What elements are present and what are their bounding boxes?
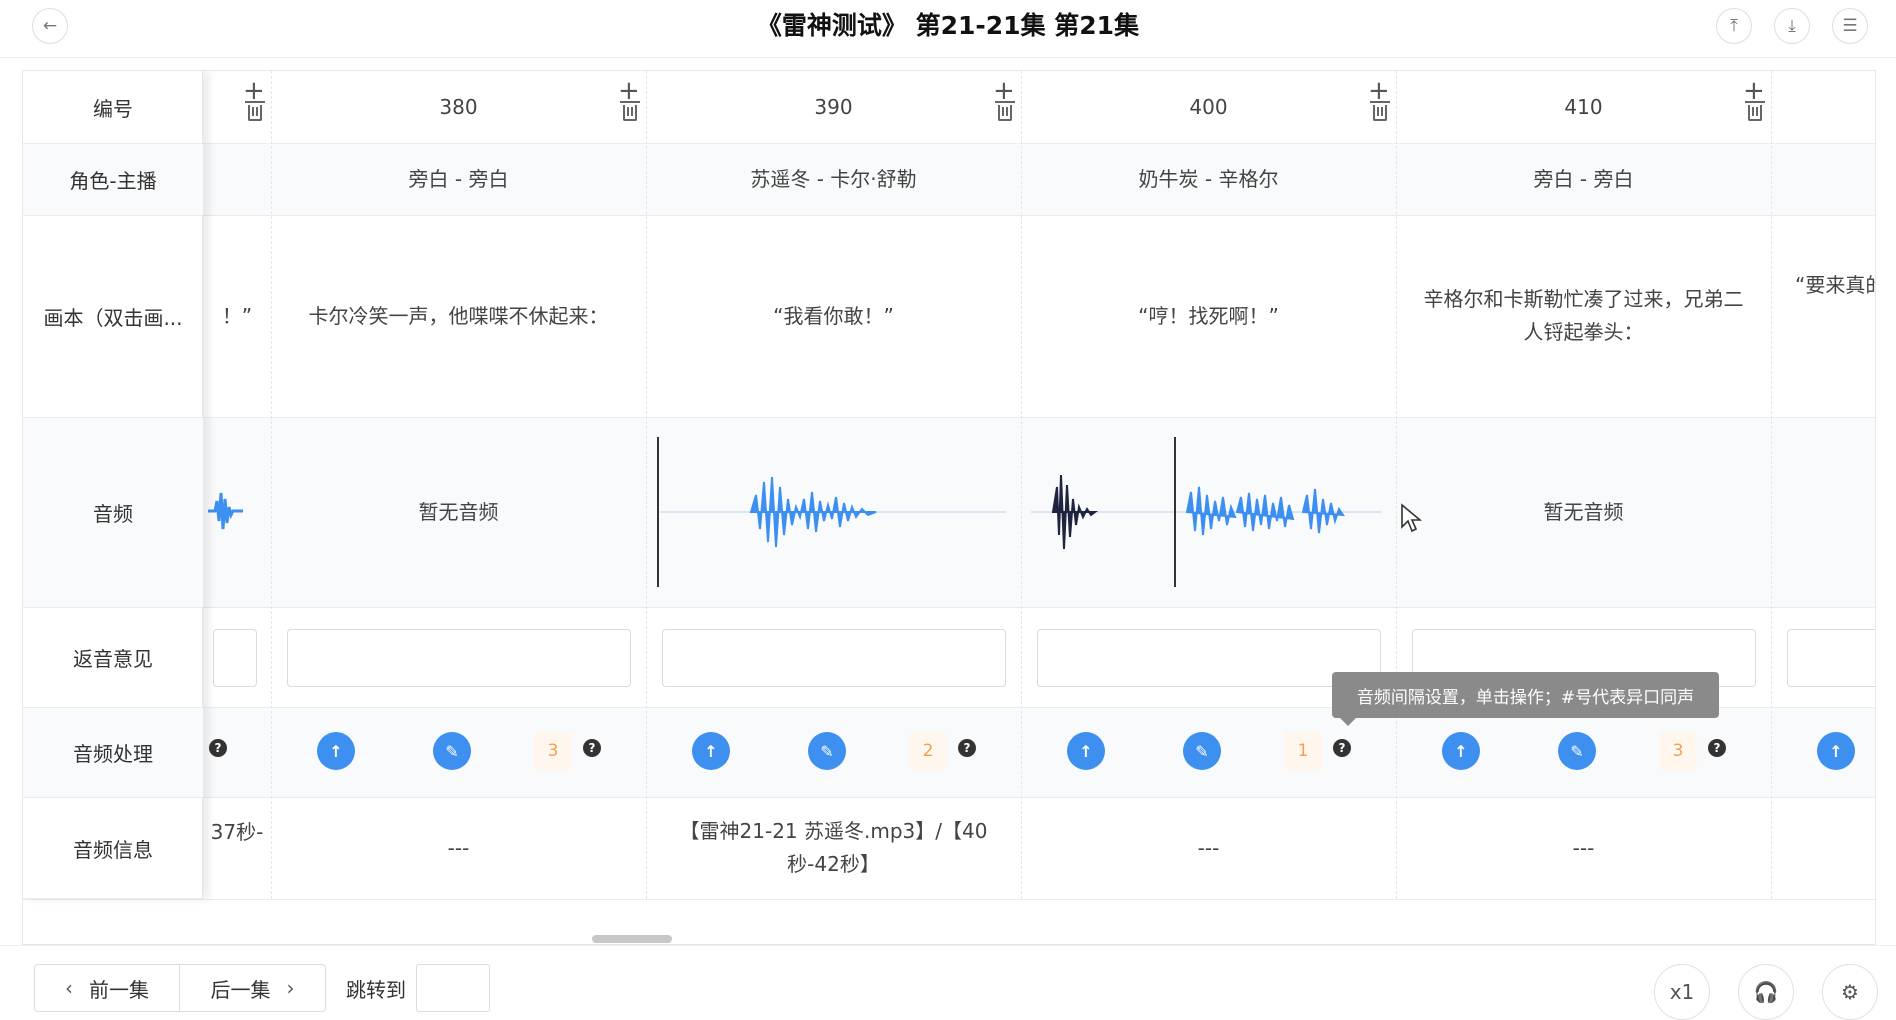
- chevron-right-icon: ›: [286, 976, 295, 1000]
- row-divider: [23, 607, 1875, 608]
- partial-waveform: [208, 492, 243, 530]
- row-divider: [23, 899, 1875, 900]
- info-cell: ---: [1572, 835, 1595, 860]
- upload-audio-button[interactable]: ↑: [1067, 732, 1105, 770]
- mouse-cursor-icon: [1401, 503, 1422, 533]
- help-icon[interactable]: ?: [958, 739, 976, 757]
- interval-count[interactable]: 1: [1284, 732, 1322, 770]
- script-cell[interactable]: 卡尔冷笑一声，他喋喋不休起来：: [271, 215, 646, 417]
- edit-audio-button[interactable]: ✎: [433, 732, 471, 770]
- page-header: 《雷神测试》 第21-21集 第21集 ← ⤒ ⤓ ☰: [0, 0, 1896, 58]
- partial-feedback-input[interactable]: [1787, 629, 1875, 687]
- download-button[interactable]: ⤓: [1774, 8, 1810, 44]
- row-label-column: 编号 角色-主播 画本（双击画... 音频 返音意见 音频处理 音频信息: [23, 71, 203, 899]
- script-cell[interactable]: “哼！找死啊！”: [1021, 215, 1396, 417]
- upload-audio-button[interactable]: ↑: [1442, 732, 1480, 770]
- audio-cell: 暂无音频: [1543, 499, 1624, 524]
- row-bg-processing: [23, 707, 1875, 797]
- role-cell: 奶牛炭 - 辛格尔: [1138, 166, 1279, 191]
- chevron-left-icon: ‹: [65, 976, 73, 1000]
- jump-label: 跳转到: [346, 978, 406, 1002]
- page-title: 《雷神测试》 第21-21集 第21集: [756, 11, 1140, 40]
- add-column-icon[interactable]: +: [993, 78, 1015, 104]
- upload-audio-button[interactable]: ↑: [692, 732, 730, 770]
- horizontal-scrollbar[interactable]: [592, 935, 672, 943]
- role-cell: 旁白 - 旁白: [408, 166, 509, 191]
- column-id: 410: [1564, 94, 1603, 119]
- document-button[interactable]: ☰: [1832, 8, 1868, 44]
- next-episode-label: 后一集: [210, 977, 271, 1002]
- add-column-icon[interactable]: +: [618, 78, 640, 104]
- footer-bar: ‹ 前一集 后一集 › 跳转到 x1 🎧 ⚙: [0, 945, 1896, 1020]
- feedback-input[interactable]: [287, 629, 631, 687]
- delete-icon[interactable]: [995, 101, 1015, 121]
- label-info: 音频信息: [23, 797, 203, 899]
- script-cell[interactable]: 辛格尔和卡斯勒忙凑了过来，兄弟二人锊起拳头：: [1396, 215, 1771, 417]
- upload-audio-button[interactable]: ↑: [317, 732, 355, 770]
- jump-input[interactable]: [416, 964, 490, 1012]
- help-icon[interactable]: ?: [1708, 739, 1726, 757]
- column-id: 390: [814, 94, 853, 119]
- help-icon[interactable]: ?: [583, 739, 601, 757]
- info-cell: 【雷神21-21 苏遥冬.mp3】/【40秒-42秒】: [679, 819, 988, 876]
- delete-icon[interactable]: [245, 101, 265, 121]
- add-column-icon[interactable]: +: [1743, 78, 1765, 104]
- edit-audio-button[interactable]: ✎: [1558, 732, 1596, 770]
- audio-waveform[interactable]: [1031, 437, 1386, 587]
- headphones-icon[interactable]: 🎧: [1738, 964, 1794, 1020]
- interval-count[interactable]: 3: [1659, 732, 1697, 770]
- back-button[interactable]: ←: [32, 8, 68, 44]
- column-id: 380: [439, 94, 478, 119]
- prev-episode-button[interactable]: ‹ 前一集: [34, 964, 180, 1012]
- edit-audio-button[interactable]: ✎: [808, 732, 846, 770]
- help-icon[interactable]: ?: [1333, 739, 1351, 757]
- script-cell[interactable]: “我看你敢！”: [646, 215, 1021, 417]
- interval-count[interactable]: 2: [909, 732, 947, 770]
- label-feedback: 返音意见: [23, 607, 203, 707]
- label-role: 角色-主播: [23, 143, 203, 215]
- role-cell: 旁白 - 旁白: [1533, 166, 1634, 191]
- interval-count[interactable]: 3: [534, 732, 572, 770]
- add-column-icon[interactable]: +: [243, 78, 265, 104]
- upload-button[interactable]: ⤒: [1716, 8, 1752, 44]
- next-episode-button[interactable]: 后一集 ›: [180, 964, 326, 1012]
- audio-cell: 暂无音频: [418, 499, 499, 524]
- episode-table: + ！” ? 37秒- 380 + 旁白 - 旁白 卡尔冷笑一声，他喋喋不休起来…: [22, 70, 1876, 945]
- feedback-input[interactable]: [662, 629, 1006, 687]
- partial-info-cell: 37秒-: [210, 819, 264, 844]
- interval-tooltip: 音频间隔设置，单击操作；#号代表异口同声: [1332, 672, 1719, 726]
- feedback-input[interactable]: [1037, 629, 1381, 687]
- delete-icon[interactable]: [1745, 101, 1765, 121]
- label-processing: 音频处理: [23, 707, 203, 797]
- edit-audio-button[interactable]: ✎: [1183, 732, 1221, 770]
- playback-speed-button[interactable]: x1: [1654, 964, 1710, 1020]
- partial-script-cell: ！”: [221, 303, 253, 328]
- upload-audio-button[interactable]: ↑: [1817, 732, 1855, 770]
- help-icon[interactable]: ?: [209, 739, 227, 757]
- info-cell: ---: [447, 835, 470, 860]
- gear-icon[interactable]: ⚙: [1822, 964, 1878, 1020]
- label-script: 画本（双击画...: [23, 215, 203, 417]
- label-audio: 音频: [23, 417, 203, 607]
- col-divider: [1771, 71, 1772, 899]
- prev-episode-label: 前一集: [89, 977, 149, 1002]
- info-cell: ---: [1197, 835, 1220, 860]
- partial-script-cell: “要来真的: [1795, 272, 1875, 297]
- label-id: 编号: [93, 96, 133, 121]
- delete-icon[interactable]: [1370, 101, 1390, 121]
- role-cell: 苏遥冬 - 卡尔·舒勒: [750, 166, 917, 191]
- add-column-icon[interactable]: +: [1368, 78, 1390, 104]
- audio-waveform[interactable]: [656, 437, 1011, 587]
- delete-icon[interactable]: [620, 101, 640, 121]
- column-id: 400: [1189, 94, 1228, 119]
- partial-feedback-input[interactable]: [213, 629, 257, 687]
